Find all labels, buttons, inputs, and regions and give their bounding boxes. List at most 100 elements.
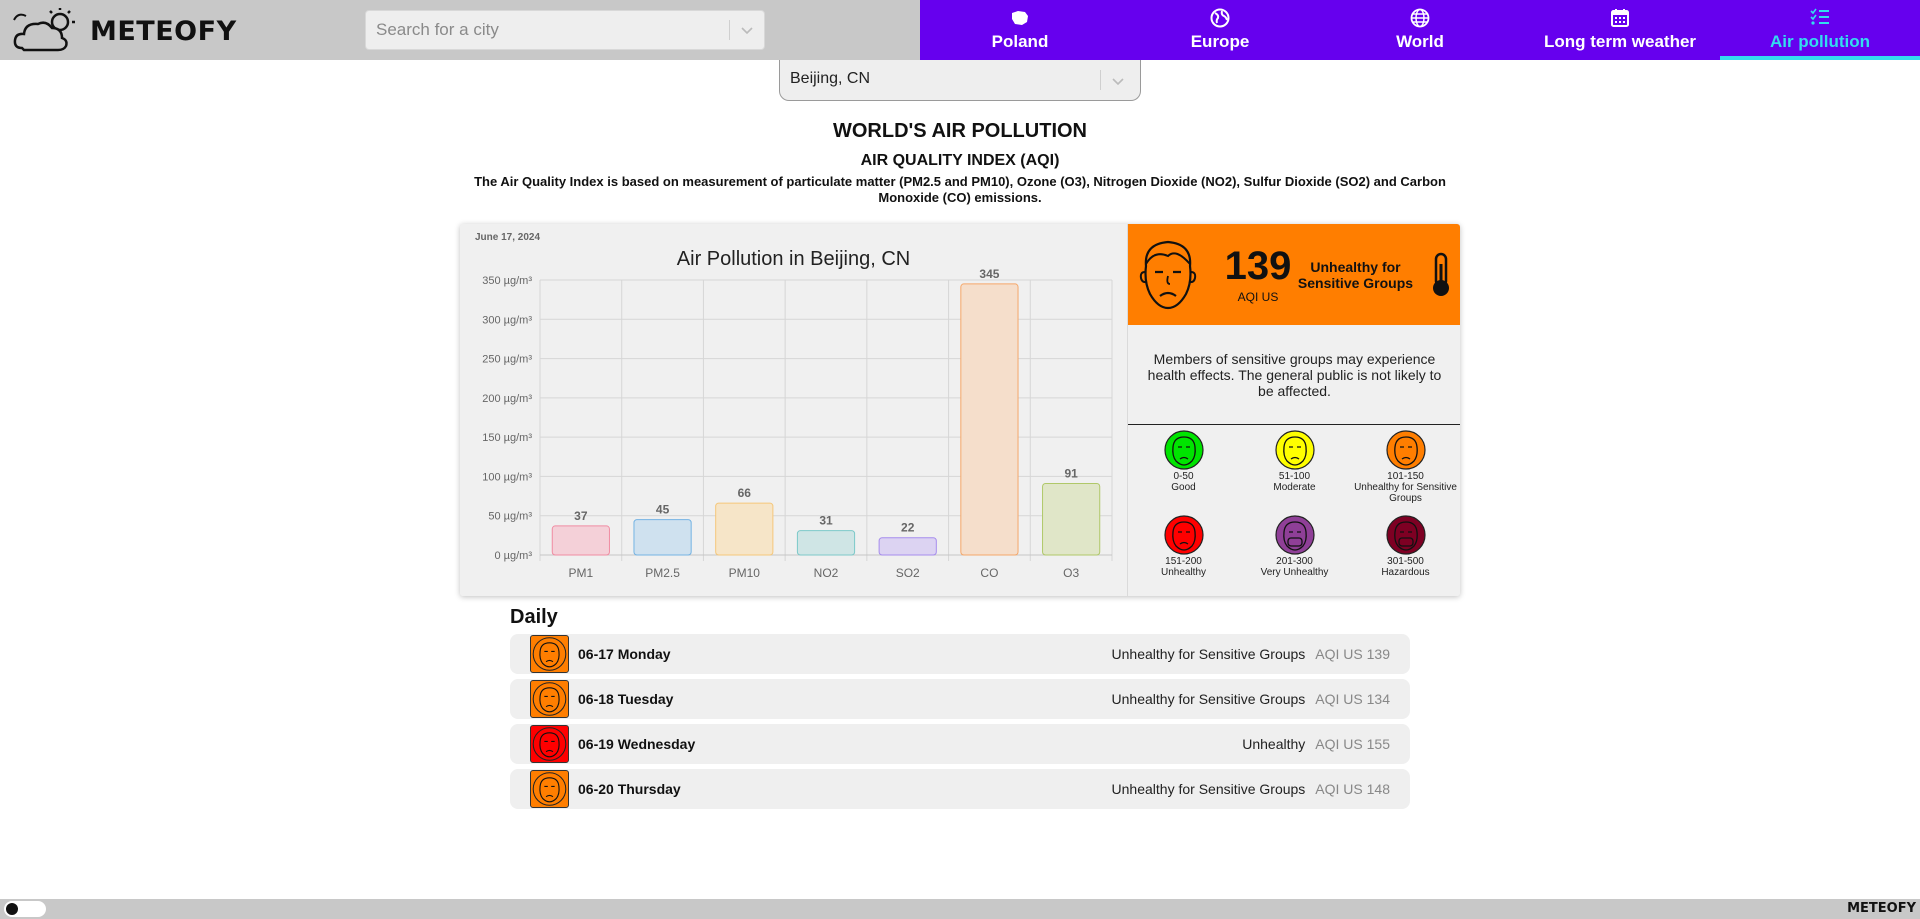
daily-category: Unhealthy for Sensitive Groups: [1111, 691, 1306, 707]
daily-face-icon: [530, 680, 569, 718]
daily-aqi: AQI US 134: [1315, 691, 1390, 707]
poland-map-icon: [1012, 11, 1028, 25]
nav-item-europe[interactable]: Europe: [1120, 0, 1320, 60]
aqi-legend-item: 301-500 Hazardous: [1350, 514, 1460, 578]
data-label: 37: [574, 509, 588, 523]
toggle-knob: [6, 903, 18, 915]
face-icon: [532, 637, 567, 671]
aqi-header: 139 AQI US Unhealthy for Sensitive Group…: [1128, 224, 1460, 325]
daily-date: 06-19 Wednesday: [578, 736, 696, 752]
daily-category: Unhealthy for Sensitive Groups: [1111, 646, 1306, 662]
x-tick-label: O3: [1063, 566, 1079, 580]
legend-range: 101-150: [1387, 471, 1424, 482]
bar-co: [960, 283, 1019, 556]
legend-label: Good: [1171, 482, 1196, 493]
aqi-legend-item: 151-200 Unhealthy: [1128, 514, 1239, 578]
thermometer-icon: [1433, 252, 1449, 296]
pollution-chart: June 17, 2024 Air Pollution in Beijing, …: [460, 224, 1127, 596]
globe-europe-icon: [1210, 8, 1230, 28]
aqi-divider: [1128, 424, 1460, 425]
y-tick-label: 300 µg/m³: [482, 314, 532, 326]
daily-row[interactable]: 06-20 Thursday Unhealthy for Sensitive Gr…: [510, 769, 1410, 809]
nav-item-air-pollution[interactable]: Air pollution: [1720, 0, 1920, 60]
data-label: 31: [819, 514, 833, 528]
data-label: 345: [979, 267, 999, 281]
daily-title: Daily: [510, 606, 558, 628]
search-input[interactable]: [376, 11, 716, 49]
daily-aqi: AQI US 139: [1315, 646, 1390, 662]
y-tick-label: 250 µg/m³: [482, 354, 532, 366]
aqi-legend-item: 51-100 Moderate: [1239, 429, 1350, 493]
aqi-description: The Air Quality Index is based on measur…: [474, 174, 1446, 205]
nav-label: World: [1396, 32, 1444, 51]
aqi-value: 139: [1224, 244, 1292, 288]
nav-item-world[interactable]: World: [1320, 0, 1520, 60]
page-title: WORLD'S AIR POLLUTION: [833, 120, 1087, 142]
daily-row[interactable]: 06-19 Wednesday Unhealthy AQI US 155: [510, 724, 1410, 764]
globe-icon: [1410, 8, 1430, 28]
y-tick-label: 200 µg/m³: [482, 393, 532, 405]
daily-date: 06-20 Thursday: [578, 781, 681, 797]
city-select-divider: [1100, 70, 1101, 90]
aqi-face-icon: [1163, 515, 1204, 555]
bar-pm10: [715, 502, 774, 556]
daily-face-icon: [530, 770, 569, 808]
nav-label: Europe: [1190, 32, 1250, 51]
legend-label: Unhealthy: [1160, 567, 1207, 578]
face-icon: [532, 727, 567, 761]
daily-aqi: AQI US 148: [1315, 781, 1390, 797]
x-tick-label: SO2: [896, 566, 920, 580]
bar-no2: [796, 530, 856, 556]
search-divider: [729, 20, 730, 40]
bar-o3: [1042, 483, 1101, 556]
aqi-card: 139 AQI US Unhealthy for Sensitive Group…: [1127, 224, 1460, 596]
chevron-down-icon[interactable]: [1108, 71, 1128, 91]
daily-face-icon: [530, 725, 569, 763]
data-label: 91: [1064, 467, 1078, 481]
daily-category: Unhealthy: [1242, 736, 1306, 752]
footer: METEOFY: [0, 899, 1920, 919]
aqi-unit: AQI US: [1237, 290, 1279, 304]
chevron-down-icon[interactable]: [737, 20, 757, 40]
logo[interactable]: METEOFY: [12, 8, 237, 54]
list-check-icon: [1810, 8, 1829, 25]
nav-label: Air pollution: [1769, 32, 1871, 51]
bar-chart-svg: 0 µg/m³ 50 µg/m³ 100 µg/m³ 150 µg/m³ 200 µg/…: [482, 267, 1113, 580]
legend-range: 51-100: [1278, 471, 1311, 482]
data-label: 45: [656, 503, 670, 517]
data-label: 66: [738, 486, 752, 500]
theme-toggle[interactable]: [4, 901, 46, 917]
city-search[interactable]: [365, 10, 765, 50]
city-select-value: Beijing, CN: [790, 70, 871, 87]
legend-range: 301-500: [1387, 556, 1424, 567]
footer-logo: METEOFY: [1847, 901, 1916, 916]
aqi-health-message: Members of sensitive groups may experien…: [1147, 351, 1442, 399]
face-icon: [532, 772, 567, 806]
city-select[interactable]: Beijing, CN: [779, 60, 1141, 101]
aqi-legend-item: 201-300 Very Unhealthy: [1239, 514, 1350, 578]
face-icon: [532, 682, 567, 716]
sad-face-icon: [1139, 240, 1197, 310]
bar-so2: [878, 537, 937, 556]
daily-aqi: AQI US 155: [1315, 736, 1390, 752]
nav-item-long-term-weather[interactable]: Long term weather: [1520, 0, 1720, 60]
nav-label: Long term weather: [1543, 32, 1697, 51]
logo-text: METEOFY: [90, 15, 237, 47]
nav-label: Poland: [991, 32, 1049, 51]
y-tick-label: 50 µg/m³: [488, 511, 532, 523]
y-tick-label: 150 µg/m³: [482, 432, 532, 444]
cloud-sun-logo-icon: [13, 8, 75, 52]
bar-pm25: [633, 519, 692, 556]
legend-range: 201-300: [1276, 556, 1313, 567]
aqi-legend-item: 0-50 Good: [1128, 429, 1239, 493]
y-tick-label: 100 µg/m³: [482, 471, 532, 483]
x-tick-label: PM2.5: [645, 566, 680, 580]
aqi-face-icon: [1163, 430, 1204, 470]
aqi-legend-item: 101-150 Unhealthy for Sensitive Groups: [1350, 429, 1460, 504]
x-tick-label: CO: [980, 566, 998, 580]
daily-row[interactable]: 06-18 Tuesday Unhealthy for Sensitive Gro…: [510, 679, 1410, 719]
daily-row[interactable]: 06-17 Monday Unhealthy for Sensitive Grou…: [510, 634, 1410, 674]
data-label: 22: [901, 521, 915, 535]
legend-range: 0-50: [1173, 471, 1194, 482]
nav-item-poland[interactable]: Poland: [920, 0, 1120, 60]
